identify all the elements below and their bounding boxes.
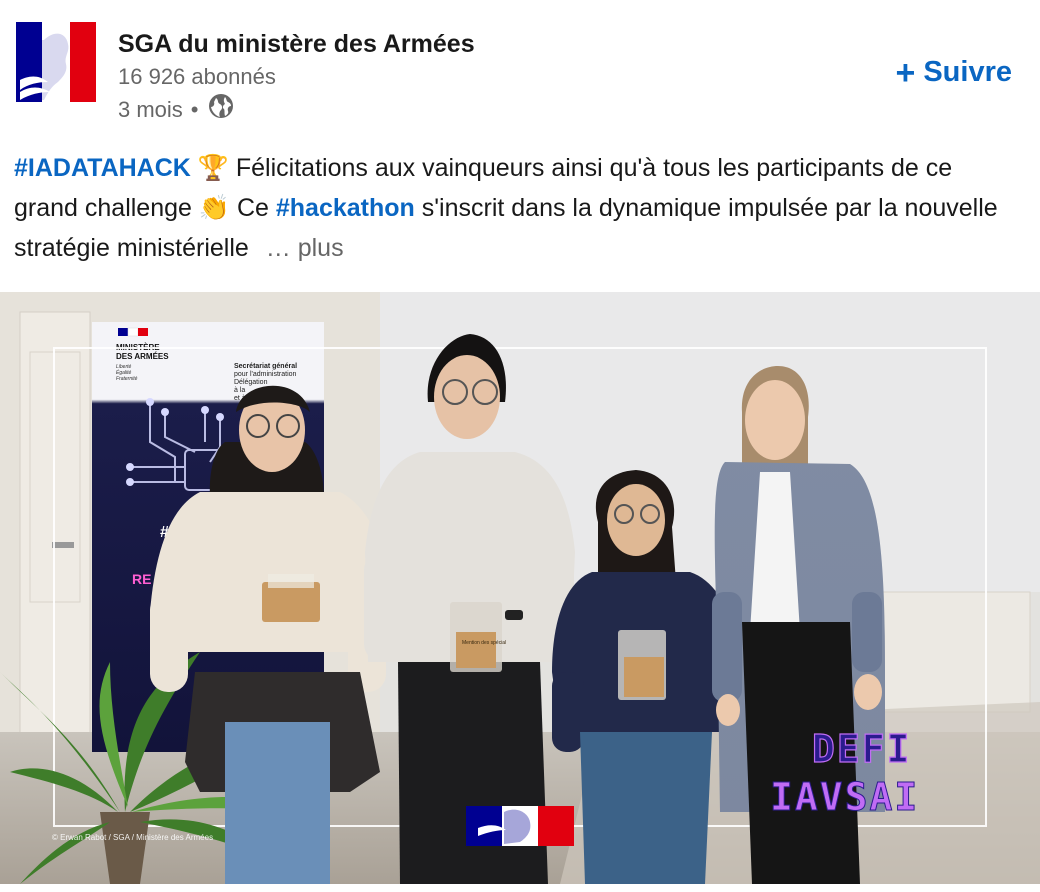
post-text: #IADATAHACK 🏆 Félicitations aux vainqueu… — [14, 148, 1014, 268]
marianne-flag-icon — [466, 806, 574, 846]
award-ceremony-photo: MINISTÈRE DES ARMÉES Liberté Égalité Fra… — [0, 292, 1040, 884]
award-label: Mention des spécial — [462, 640, 506, 646]
banner-text: Secrétariat général — [234, 363, 297, 370]
post-text-segment: Ce — [230, 194, 276, 222]
defi-text: DEFI — [812, 727, 912, 771]
trophy-emoji: 🏆 — [197, 154, 229, 182]
banner-fragment: RE — [132, 571, 151, 587]
organization-logo[interactable] — [14, 20, 98, 104]
post-image[interactable]: MINISTÈRE DES ARMÉES Liberté Égalité Fra… — [0, 292, 1040, 884]
banner-text: à la — [234, 387, 245, 394]
follower-count: 16 926 abonnés — [118, 64, 276, 89]
see-more-link[interactable]: … plus — [266, 234, 344, 262]
meta-separator: • — [190, 97, 199, 122]
linkedin-post: SGA du ministère des Armées 16 926 abonn… — [0, 0, 1040, 892]
banner-motto: Égalité — [116, 369, 132, 376]
post-time: 3 mois — [118, 97, 183, 122]
photo-credit: © Erwan Rabot / SGA / Ministère des Armé… — [52, 833, 213, 842]
banner-text: DES ARMÉES — [116, 352, 169, 361]
follow-button[interactable]: + Suivre — [895, 53, 1012, 92]
clap-emoji: 👏 — [198, 194, 231, 222]
post-header: SGA du ministère des Armées 16 926 abonn… — [0, 0, 1040, 140]
iavsai-text: IAVSAI — [770, 775, 919, 819]
marianne-logo-icon — [16, 22, 96, 102]
globe-icon — [207, 92, 235, 128]
banner-motto: Fraternité — [116, 376, 138, 382]
author-info: SGA du ministère des Armées 16 926 abonn… — [118, 28, 475, 128]
banner-text: Délégation — [234, 379, 268, 386]
follow-label: Suivre — [923, 56, 1012, 88]
hashtag-hackathon[interactable]: #hackathon — [276, 194, 415, 222]
plus-icon: + — [895, 53, 916, 92]
post-meta: 3 mois • — [118, 92, 475, 128]
hashtag-iadatahack[interactable]: #IADATAHACK — [14, 154, 191, 182]
banner-text: pour l'administration — [234, 371, 297, 378]
author-name[interactable]: SGA du ministère des Armées — [118, 28, 475, 60]
